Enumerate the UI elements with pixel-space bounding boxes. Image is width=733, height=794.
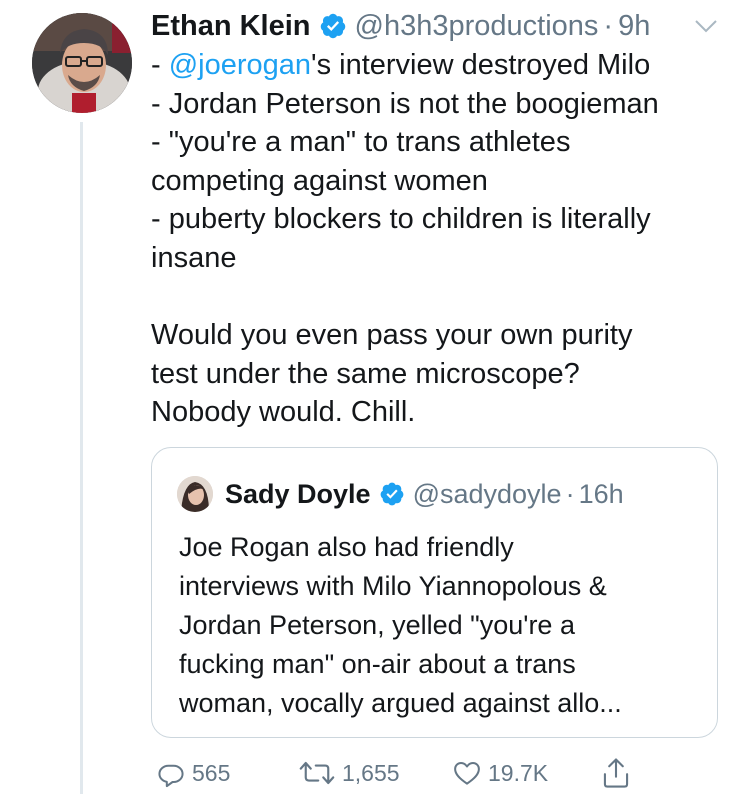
tweet-line: Would you even pass your own purity: [151, 319, 633, 352]
retweet-button[interactable]: 1,655: [298, 757, 400, 789]
share-icon: [603, 758, 629, 788]
quoted-tweet-line: Joe Rogan also had friendly: [179, 532, 514, 562]
like-count: 19.7K: [488, 759, 549, 786]
quoted-tweet-line: interviews with Milo Yiannopolous &: [179, 571, 607, 601]
tweet-actions: 565 1,655 19.7K: [0, 757, 733, 789]
thread-line: [80, 122, 83, 794]
tweet-time[interactable]: 9h: [618, 10, 650, 43]
tweet-line: test under the same microscope?: [151, 357, 580, 390]
tweet-line: - Jordan Peterson is not the boogieman: [151, 87, 659, 120]
tweet-line-suffix: 's interview destroyed Milo: [311, 49, 651, 81]
header-separator: ·: [603, 9, 614, 42]
quoted-author-avatar-image: [177, 476, 213, 512]
share-button[interactable]: [601, 757, 631, 789]
verified-badge-icon: [379, 481, 405, 507]
tweet-line: competing against women: [151, 164, 488, 197]
tweet-line: Nobody would. Chill.: [151, 396, 416, 429]
quoted-tweet-text: Joe Rogan also had friendly interviews w…: [179, 528, 709, 723]
tweet-line: - puberty blockers to children is litera…: [151, 203, 651, 236]
quoted-tweet-card[interactable]: Sady Doyle @sadydoyle · 16h Joe Rogan al…: [151, 447, 718, 738]
author-avatar-image: [32, 13, 132, 113]
author-handle[interactable]: @h3h3productions: [355, 10, 599, 43]
tweet-line: - @joerogan's interview destroyed Milo: [151, 46, 711, 85]
tweet-line: - "you're a man" to trans athletes: [151, 126, 571, 159]
quoted-author-handle[interactable]: @sadydoyle: [413, 479, 562, 510]
verified-badge-icon: [319, 12, 347, 40]
chevron-down-icon[interactable]: [694, 18, 718, 34]
reply-count: 565: [192, 759, 231, 786]
like-icon: [454, 762, 480, 785]
tweet-line-prefix: -: [151, 49, 169, 81]
tweet-line: insane: [151, 241, 237, 274]
quoted-tweet-line: Jordan Peterson, yelled "you're a: [179, 610, 575, 640]
retweet-icon: [299, 761, 335, 785]
tweet-text: - @joerogan's interview destroyed Milo -…: [151, 46, 711, 432]
like-button[interactable]: 19.7K: [452, 757, 548, 789]
quoted-header-separator: ·: [565, 478, 575, 509]
author-avatar[interactable]: [32, 13, 132, 113]
author-name[interactable]: Ethan Klein: [151, 10, 311, 43]
quoted-tweet-line: fucking man" on-air about a trans: [179, 649, 576, 679]
reply-button[interactable]: 565: [156, 757, 230, 789]
quoted-tweet-header: Sady Doyle @sadydoyle · 16h: [177, 476, 624, 512]
quoted-tweet-line: woman, vocally argued against allo...: [179, 688, 622, 718]
quoted-tweet-time[interactable]: 16h: [579, 479, 624, 510]
mention-link[interactable]: @joerogan: [169, 49, 311, 81]
quoted-author-name[interactable]: Sady Doyle: [225, 479, 371, 510]
reply-icon: [158, 764, 184, 788]
retweet-count: 1,655: [342, 759, 400, 786]
quoted-author-avatar[interactable]: [177, 476, 213, 512]
tweet-header: Ethan Klein @h3h3productions · 9h: [151, 7, 650, 45]
